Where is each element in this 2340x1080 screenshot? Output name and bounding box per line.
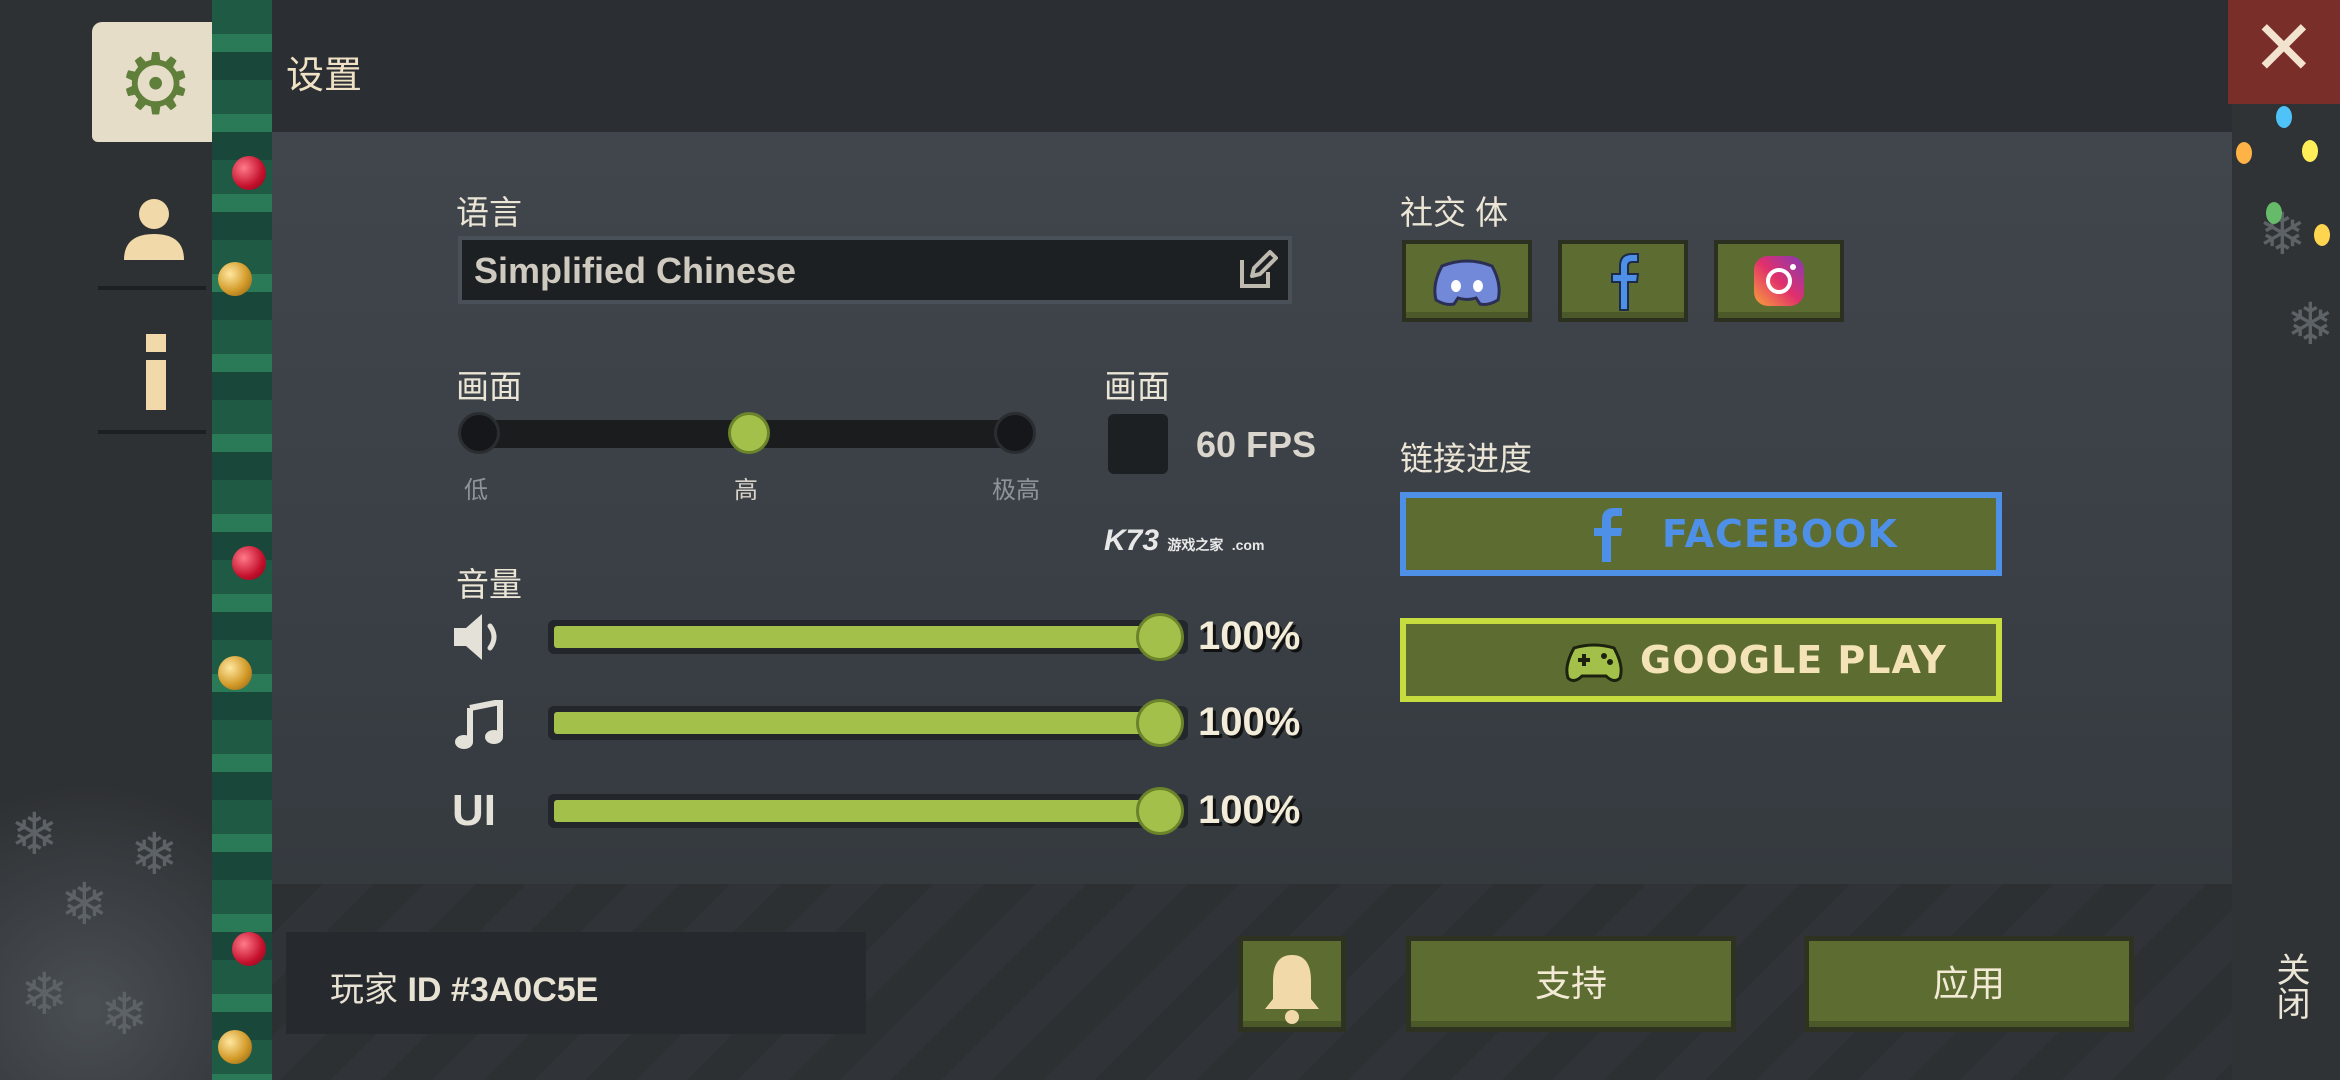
player-id-text: 玩家 ID #3A0C5E xyxy=(330,962,598,1011)
edit-icon[interactable] xyxy=(1238,250,1278,290)
volume-master-value: 100% xyxy=(1198,614,1301,658)
close-label[interactable]: 关闭 xyxy=(2266,952,2315,1020)
fps-checkbox[interactable] xyxy=(1108,414,1168,474)
player-id-label: ID xyxy=(407,971,442,1009)
quality-option-ultra: 极高 xyxy=(992,477,1040,504)
gear-icon: ⚙ xyxy=(118,35,194,133)
player-label: 玩家 xyxy=(330,971,408,1009)
instagram-button[interactable] xyxy=(1714,240,1844,322)
info-icon xyxy=(146,334,166,410)
facebook-icon xyxy=(1594,508,1622,562)
facebook-button[interactable] xyxy=(1558,240,1688,322)
facebook-link-label: FACEBOOK xyxy=(1662,512,1898,556)
volume-label: 音量 xyxy=(456,566,522,603)
ornament-icon xyxy=(218,1030,252,1064)
quality-stop-high[interactable] xyxy=(728,412,770,454)
user-icon xyxy=(124,199,184,260)
sidebar-divider xyxy=(98,286,206,290)
quality-option-low: 低 xyxy=(464,477,488,504)
language-label: 语言 xyxy=(456,194,522,231)
apply-label: 应用 xyxy=(1932,963,2005,1004)
facebook-icon xyxy=(1611,253,1640,311)
quality-label: 画面 xyxy=(456,368,522,405)
watermark: K73 游戏之家 .com xyxy=(1104,524,1264,558)
social-label: 社交 体 xyxy=(1400,194,1509,231)
support-label: 支持 xyxy=(1534,963,1607,1004)
sidebar-item-profile[interactable] xyxy=(118,190,190,262)
fps-label: 画面 xyxy=(1104,368,1170,405)
christmas-light xyxy=(2266,202,2282,224)
christmas-light xyxy=(2302,140,2318,162)
player-id-value: #3A0C5E xyxy=(450,971,599,1009)
ornament-icon xyxy=(232,546,266,580)
volume-music-fill xyxy=(554,712,1164,734)
volume-ui-fill xyxy=(554,800,1164,822)
volume-master-knob[interactable] xyxy=(1136,613,1184,661)
volume-music-knob[interactable] xyxy=(1136,699,1184,747)
snowflake-icon: ❄ xyxy=(100,980,149,1048)
quality-stop-ultra[interactable] xyxy=(994,412,1036,454)
fps-value: 60 FPS xyxy=(1196,424,1317,465)
language-value: Simplified Chinese xyxy=(474,250,797,291)
watermark-text: K73 xyxy=(1104,524,1160,557)
volume-music-value: 100% xyxy=(1198,700,1301,744)
discord-button[interactable] xyxy=(1402,240,1532,322)
notifications-button[interactable] xyxy=(1238,936,1346,1032)
quality-stop-low[interactable] xyxy=(458,412,500,454)
snowflake-icon: ❄ xyxy=(20,960,69,1028)
volume-ui-knob[interactable] xyxy=(1136,787,1184,835)
snowflake-icon: ❄ xyxy=(130,820,179,888)
speaker-icon xyxy=(452,612,506,662)
snowflake-icon: ❄ xyxy=(10,800,59,868)
snowflake-icon: ❄ xyxy=(60,870,109,938)
google-play-link-label: GOOGLE PLAY xyxy=(1640,638,1947,682)
close-icon: ✕ xyxy=(2252,3,2316,92)
apply-button[interactable]: 应用 xyxy=(1804,936,2134,1032)
watermark-domain: .com xyxy=(1231,537,1265,553)
discord-icon xyxy=(1433,259,1501,306)
sidebar-divider xyxy=(98,430,206,434)
music-note-icon xyxy=(454,698,504,750)
volume-master-fill xyxy=(554,626,1164,648)
snowflake-icon: ❄ xyxy=(2286,290,2335,358)
volume-ui-value: 100% xyxy=(1198,788,1301,832)
header-bar xyxy=(272,0,2232,132)
instagram-icon xyxy=(1754,256,1804,306)
quality-option-high: 高 xyxy=(734,477,758,504)
support-button[interactable]: 支持 xyxy=(1406,936,1736,1032)
sidebar-item-info[interactable] xyxy=(136,332,176,412)
ornament-icon xyxy=(232,156,266,190)
ornament-icon xyxy=(218,656,252,690)
page-title: 设置 xyxy=(286,55,363,97)
ui-sound-label: UI xyxy=(452,786,496,835)
christmas-light xyxy=(2314,224,2330,246)
christmas-light xyxy=(2236,142,2252,164)
christmas-light xyxy=(2276,106,2292,128)
ornament-icon xyxy=(232,932,266,966)
ornament-icon xyxy=(218,262,252,296)
bell-icon xyxy=(1265,955,1319,1024)
link-progress-label: 链接进度 xyxy=(1400,440,1532,477)
watermark-sub: 游戏之家 xyxy=(1167,537,1224,553)
gamepad-icon xyxy=(1565,643,1623,683)
